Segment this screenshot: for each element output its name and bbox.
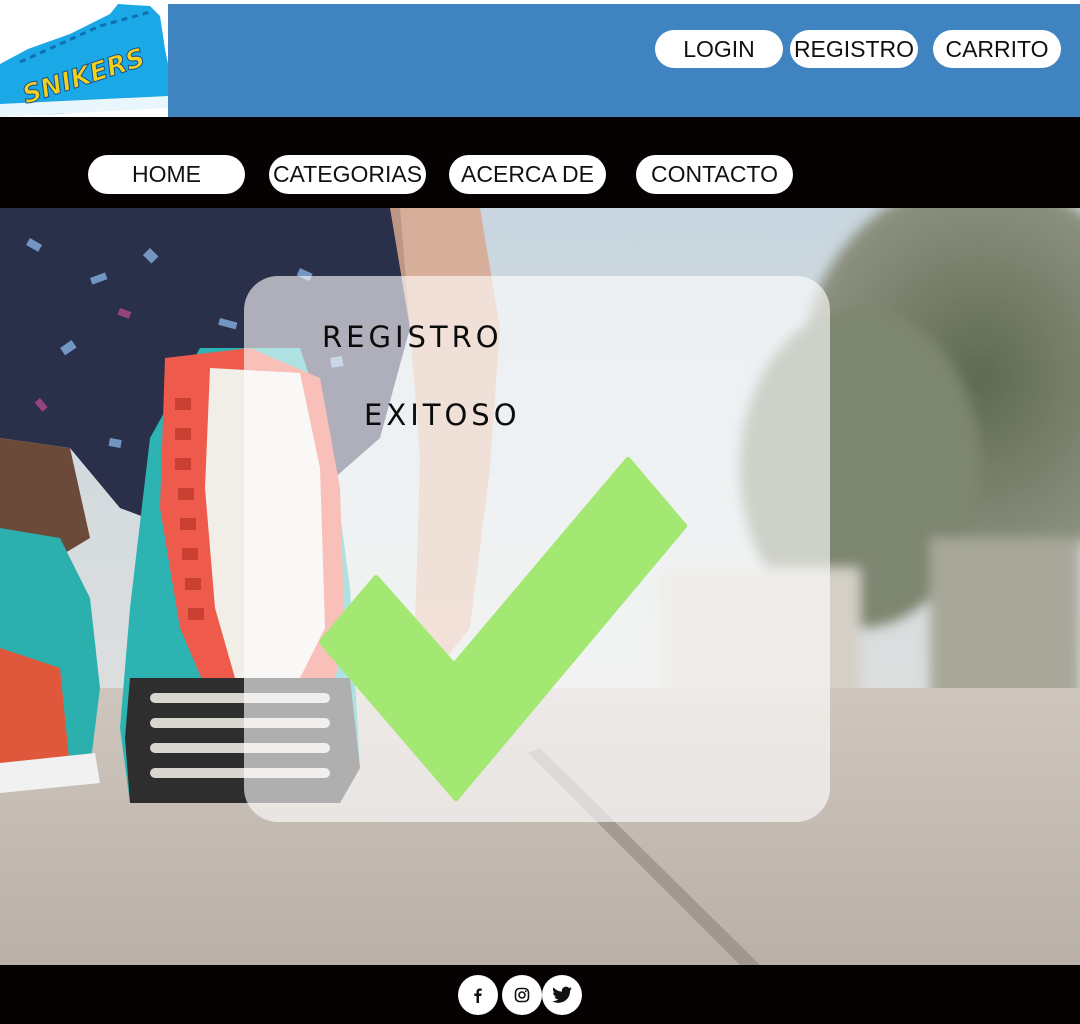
twitter-link[interactable] (542, 975, 582, 1015)
facebook-icon (474, 988, 482, 1003)
nav-contacto[interactable]: CONTACTO (636, 155, 793, 194)
instagram-icon (514, 987, 530, 1003)
cart-button[interactable]: CARRITO (933, 30, 1061, 68)
register-button[interactable]: REGISTRO (790, 30, 918, 68)
checkmark-icon (319, 457, 687, 801)
facebook-link[interactable] (458, 975, 498, 1015)
top-header: SNIKERS LOGIN REGISTRO CARRITO (0, 4, 1080, 117)
success-card: REGISTRO EXITOSO (244, 276, 830, 822)
hero-section: REGISTRO EXITOSO (0, 208, 1080, 965)
nav-home[interactable]: HOME (88, 155, 245, 194)
main-nav: HOME CATEGORIAS ACERCA DE CONTACTO (0, 117, 1080, 208)
footer (0, 965, 1080, 1024)
twitter-icon (552, 986, 572, 1003)
snikers-logo[interactable]: SNIKERS (0, 4, 168, 117)
sneaker-logo-image: SNIKERS (0, 4, 168, 117)
nav-acerca-de[interactable]: ACERCA DE (449, 155, 606, 194)
login-button[interactable]: LOGIN (655, 30, 783, 68)
instagram-link[interactable] (502, 975, 542, 1015)
nav-categorias[interactable]: CATEGORIAS (269, 155, 426, 194)
